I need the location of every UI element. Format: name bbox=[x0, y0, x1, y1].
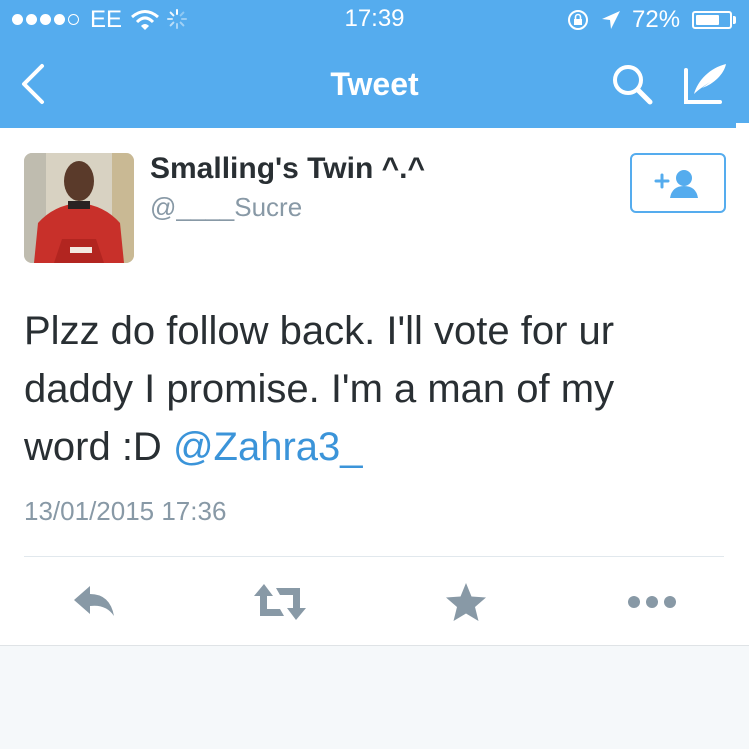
tweet-text-segment: word :D bbox=[24, 425, 162, 469]
follow-button[interactable] bbox=[630, 153, 726, 213]
user-handle[interactable]: @____Sucre bbox=[150, 192, 302, 223]
battery-percent: 72% bbox=[632, 6, 681, 33]
compose-icon[interactable] bbox=[680, 60, 732, 108]
star-icon[interactable] bbox=[444, 578, 488, 626]
tweet-timestamp: 13/01/2015 17:36 bbox=[24, 496, 227, 526]
display-name[interactable]: Smalling's Twin ^.^ bbox=[150, 152, 425, 186]
tweet-text: Plzz do follow back. I'll vote for ur da… bbox=[24, 302, 724, 476]
search-icon[interactable] bbox=[608, 60, 656, 108]
avatar[interactable] bbox=[24, 153, 134, 263]
status-bar: EE 17:39 72% bbox=[0, 0, 749, 40]
mention-link[interactable]: @Zahra3_ bbox=[173, 425, 363, 469]
add-user-icon bbox=[654, 170, 698, 198]
location-arrow-icon bbox=[602, 11, 620, 29]
tweet-card: Smalling's Twin ^.^ @____Sucre Plzz do f… bbox=[0, 128, 749, 646]
reply-icon[interactable] bbox=[70, 578, 118, 626]
battery-icon bbox=[692, 11, 732, 29]
retweet-icon[interactable] bbox=[252, 578, 308, 626]
rotation-lock-icon bbox=[568, 10, 588, 30]
more-icon[interactable] bbox=[626, 578, 678, 626]
app-header: EE 17:39 72% Tweet bbox=[0, 0, 749, 128]
tweet-text-line: daddy I promise. I'm a man of my bbox=[24, 367, 615, 411]
tweet-text-line: word :D @Zahra3_ bbox=[24, 418, 724, 476]
divider bbox=[24, 556, 724, 557]
tweet-text-line: Plzz do follow back. I'll vote for ur bbox=[24, 309, 615, 353]
